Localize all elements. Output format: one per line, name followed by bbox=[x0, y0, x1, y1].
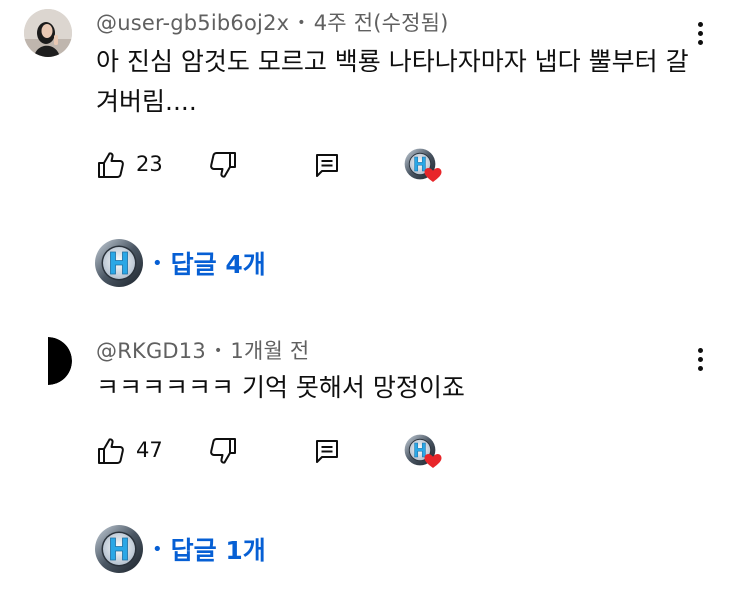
thumbs-down-icon[interactable] bbox=[208, 150, 238, 180]
comment-meta: @RKGD13 • 1개월 전 bbox=[96, 335, 309, 365]
like-count: 23 bbox=[136, 152, 163, 176]
comment-text: 아 진심 암것도 모르고 백룡 나타나자마자 냅다 뿔부터 갈겨버림.... bbox=[96, 47, 689, 116]
creator-heart-icon bbox=[404, 434, 442, 468]
separator-dot: • bbox=[152, 538, 163, 560]
thumbs-up-icon[interactable] bbox=[96, 436, 126, 466]
view-replies-button[interactable]: • 답글 4개 bbox=[94, 238, 266, 288]
comment-author[interactable]: @user-gb5ib6oj2x bbox=[96, 11, 289, 35]
half-circle-avatar-icon bbox=[48, 337, 72, 385]
comment-icon[interactable] bbox=[312, 436, 342, 466]
comment-actions: 23 bbox=[96, 146, 696, 186]
avatar[interactable] bbox=[24, 337, 72, 385]
replies-count-label: 답글 4개 bbox=[170, 250, 266, 279]
comment-icon[interactable] bbox=[312, 150, 342, 180]
thumbs-up-icon[interactable] bbox=[96, 150, 126, 180]
comment-author[interactable]: @RKGD13 bbox=[96, 339, 206, 363]
channel-avatar-icon bbox=[94, 524, 144, 574]
separator-dot: • bbox=[297, 15, 306, 31]
like-count: 47 bbox=[136, 438, 163, 462]
comment-time[interactable]: 1개월 전 bbox=[230, 339, 309, 363]
channel-avatar-icon bbox=[94, 238, 144, 288]
comment-thread: @RKGD13 • 1개월 전 ㅋㅋㅋㅋㅋㅋ 기억 못해서 망정이죠 47 • bbox=[0, 320, 750, 601]
user-photo-icon bbox=[24, 9, 72, 57]
view-replies-button[interactable]: • 답글 1개 bbox=[94, 524, 266, 574]
avatar[interactable] bbox=[24, 9, 72, 57]
separator-dot: • bbox=[213, 343, 223, 359]
replies-count-label: 답글 1개 bbox=[170, 536, 266, 565]
creator-heart-icon bbox=[404, 148, 442, 182]
comment-time[interactable]: 4주 전(수정됨) bbox=[314, 11, 449, 35]
comment-meta: @user-gb5ib6oj2x • 4주 전(수정됨) bbox=[96, 7, 449, 37]
thumbs-down-icon[interactable] bbox=[208, 436, 238, 466]
comment-text: ㅋㅋㅋㅋㅋㅋ 기억 못해서 망정이죠 bbox=[96, 373, 465, 402]
comment-actions: 47 bbox=[96, 432, 696, 472]
separator-dot: • bbox=[152, 252, 163, 274]
comment-thread: @user-gb5ib6oj2x • 4주 전(수정됨) 아 진심 암것도 모르고 … bbox=[0, 0, 750, 300]
